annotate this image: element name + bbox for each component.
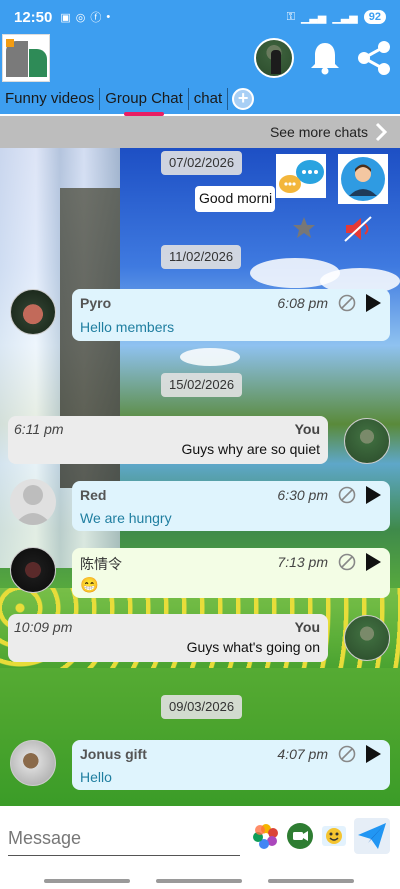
date-separator: 09/03/2026	[161, 695, 243, 719]
dot-icon: •	[106, 11, 111, 23]
tab-funny-videos[interactable]: Funny videos	[0, 88, 101, 110]
speaker-muted-icon[interactable]	[344, 216, 374, 242]
message-input-bar	[0, 806, 400, 868]
message-text: Hello members	[80, 319, 175, 335]
message-time: 6:08 pm	[277, 295, 328, 311]
message-time: 4:07 pm	[277, 746, 328, 762]
battery-badge: 92	[363, 10, 386, 24]
nav-home[interactable]	[156, 879, 242, 883]
chat-background: 07/02/2026 Good morni 11/02/2026 Pyro 6:…	[0, 148, 400, 806]
chevron-right-icon	[375, 122, 388, 142]
date-separator: 11/02/2026	[161, 245, 242, 269]
message-text: Hello	[80, 769, 112, 785]
sender-name: Pyro	[80, 295, 112, 311]
message-time: 10:09 pm	[14, 619, 73, 635]
message-bubble[interactable]: Pyro 6:08 pm Hello members	[72, 289, 390, 341]
app-header: Funny videos Group Chat chat +	[0, 34, 400, 116]
message-bubble[interactable]: 6:11 pm You Guys why are so quiet	[8, 416, 328, 464]
system-icons: ⚿ ▁▃▅ ▁▃▅ 92	[287, 10, 386, 24]
user-icon	[341, 157, 385, 201]
facebook-icon: ⓕ	[90, 12, 102, 24]
message-bubble[interactable]: Jonus gift 4:07 pm Hello	[72, 740, 390, 790]
add-tab-button[interactable]: +	[232, 88, 255, 110]
gallery-icon[interactable]	[252, 822, 280, 850]
key-icon: ⚿	[286, 10, 295, 23]
signal-icon-2: ▁▃▅	[332, 11, 358, 24]
tab-chat[interactable]: chat	[189, 88, 229, 110]
video-call-icon[interactable]	[286, 822, 314, 850]
share-icon[interactable]	[356, 40, 392, 76]
you-label: You	[294, 421, 320, 437]
message-text: Guys why are so quiet	[181, 441, 320, 457]
status-time: 12:50	[14, 8, 53, 26]
message-time: 6:30 pm	[277, 487, 328, 503]
block-icon[interactable]	[338, 486, 356, 504]
play-icon[interactable]	[364, 552, 382, 572]
status-bar: 12:50 ▣ ◎ ⓕ • ⚿ ▁▃▅ ▁▃▅ 92	[0, 0, 400, 34]
whatsapp-icon: ◎	[75, 11, 86, 24]
avatar[interactable]	[10, 547, 56, 593]
see-more-label: See more chats	[269, 124, 368, 140]
message-bubble[interactable]: 陈情令 7:13 pm 😁	[72, 548, 390, 598]
play-icon[interactable]	[364, 485, 382, 505]
avatar[interactable]	[344, 615, 390, 661]
avatar[interactable]	[10, 740, 56, 786]
sender-name: Jonus gift	[80, 746, 147, 762]
see-more-chats-bar[interactable]: See more chats	[0, 116, 400, 148]
nav-back[interactable]	[44, 879, 130, 883]
message-text: Guys what's going on	[186, 639, 320, 655]
message-emoji: 😁	[80, 577, 99, 594]
tab-bar: Funny videos Group Chat chat +	[0, 86, 255, 116]
play-icon[interactable]	[364, 293, 382, 313]
block-icon[interactable]	[338, 745, 356, 763]
send-icon	[358, 823, 386, 849]
partial-message: Good morni	[195, 186, 275, 212]
profile-avatar[interactable]	[254, 38, 294, 78]
app-logo[interactable]	[2, 34, 50, 82]
send-button[interactable]	[354, 818, 390, 854]
sticker-icon[interactable]	[320, 822, 348, 850]
avatar[interactable]	[344, 418, 390, 464]
screenshot-icon: ▣	[60, 11, 71, 24]
default-avatar-icon	[14, 485, 52, 525]
nav-recents[interactable]	[268, 879, 354, 883]
block-icon[interactable]	[338, 294, 356, 312]
avatar[interactable]	[10, 479, 56, 525]
user-profile-widget[interactable]	[338, 154, 388, 204]
you-label: You	[294, 619, 320, 635]
notification-icons: ▣ ◎ ⓕ •	[60, 9, 110, 25]
block-icon[interactable]	[338, 553, 356, 571]
message-bubble[interactable]: Red 6:30 pm We are hungry	[72, 481, 390, 531]
avatar[interactable]	[10, 289, 56, 335]
message-input[interactable]	[8, 822, 240, 856]
message-time: 6:11 pm	[14, 421, 64, 437]
tab-group-chat[interactable]: Group Chat	[100, 88, 189, 116]
bell-icon[interactable]	[309, 40, 341, 76]
sender-name: Red	[80, 487, 107, 503]
message-bubble[interactable]: 10:09 pm You Guys what's going on	[8, 614, 328, 662]
chat-bubbles-widget[interactable]	[276, 154, 326, 198]
date-separator: 07/02/2026	[161, 151, 243, 175]
date-separator: 15/02/2026	[161, 373, 243, 397]
signal-icon: ▁▃▅	[300, 11, 327, 24]
message-text: We are hungry	[80, 510, 172, 526]
star-icon[interactable]	[292, 216, 316, 240]
message-time: 7:13 pm	[277, 554, 328, 570]
sender-name: 陈情令	[80, 556, 122, 572]
system-nav-bar	[0, 868, 400, 889]
play-icon[interactable]	[364, 744, 382, 764]
chat-bubbles-icon	[279, 160, 324, 193]
